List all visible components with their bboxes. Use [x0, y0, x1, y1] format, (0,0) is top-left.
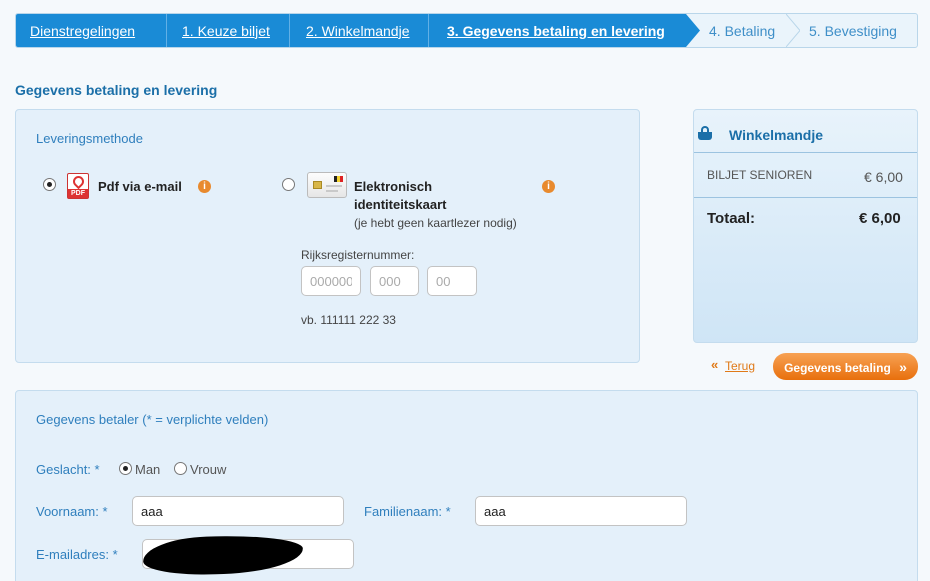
step-gegevens[interactable]: 3. Gegevens betaling en levering — [428, 14, 686, 47]
eid-note: (je hebt geen kaartlezer nodig) — [354, 216, 517, 230]
eid-label-line1: Elektronisch — [354, 179, 433, 194]
radio-vrouw[interactable] — [174, 462, 187, 475]
back-link[interactable]: Terug — [725, 359, 755, 373]
radio-eid[interactable] — [282, 178, 295, 191]
next-button[interactable]: Gegevens betaling » — [773, 353, 918, 380]
breadcrumb: Dienstregelingen 1. Keuze biljet 2. Wink… — [15, 13, 918, 48]
rrn-input-1[interactable] — [301, 266, 361, 296]
rrn-label: Rijksregisternummer: — [301, 248, 415, 262]
basket-total-label: Totaal: — [707, 210, 756, 227]
step-label: 1. Keuze biljet — [182, 22, 270, 39]
radio-man[interactable] — [119, 462, 132, 475]
basket-item-label: BILJET SENIOREN — [707, 168, 813, 182]
basket-item-price: € 6,00 — [864, 169, 903, 185]
lastname-input[interactable] — [475, 496, 687, 526]
gender-label: Geslacht: * — [36, 462, 100, 477]
step-winkelmandje[interactable]: 2. Winkelmandje — [289, 14, 428, 47]
rrn-input-3[interactable] — [427, 266, 477, 296]
step-label: 2. Winkelmandje — [306, 22, 410, 39]
rrn-example: vb. 111111 222 33 — [301, 313, 396, 327]
info-icon[interactable]: i — [542, 180, 555, 193]
pdf-label: Pdf via e-mail — [98, 179, 182, 194]
radio-pdf[interactable] — [43, 178, 56, 191]
info-icon[interactable]: i — [198, 180, 211, 193]
step-dienstregelingen[interactable]: Dienstregelingen — [16, 14, 166, 47]
gender-vrouw-label: Vrouw — [190, 462, 227, 477]
step-arrow — [786, 14, 800, 47]
divider — [694, 152, 917, 153]
basket-total-price: € 6,00 — [859, 210, 901, 227]
back-chevron-icon: « — [711, 357, 719, 372]
payer-heading: Gegevens betaler (* = verplichte velden) — [36, 412, 269, 427]
gender-man-label: Man — [135, 462, 161, 477]
divider — [694, 197, 917, 198]
basket-icon — [697, 126, 713, 140]
eid-label-line2: identiteitskaart — [354, 197, 447, 212]
pdf-icon: PDF — [67, 173, 89, 199]
pdf-icon-text: PDF — [68, 189, 88, 198]
next-button-label: Gegevens betaling — [784, 360, 891, 375]
delivery-heading: Leveringsmethode — [36, 131, 143, 146]
step-label: 4. Betaling — [709, 22, 776, 39]
rrn-input-2[interactable] — [370, 266, 419, 296]
step-arrow — [686, 14, 700, 47]
firstname-input[interactable] — [132, 496, 344, 526]
lastname-label: Familienaam: * — [364, 504, 451, 519]
step-label: 3. Gegevens betaling en levering — [447, 22, 665, 39]
email-label: E-mailadres: * — [36, 547, 118, 562]
id-card-icon — [307, 172, 347, 198]
step-label: 5. Bevestiging — [809, 22, 897, 39]
firstname-label: Voornaam: * — [36, 504, 108, 519]
step-betaling: 4. Betaling — [709, 14, 797, 47]
step-bevestiging: 5. Bevestiging — [809, 14, 917, 47]
step-label: Dienstregelingen — [30, 22, 136, 39]
basket-title: Winkelmandje — [729, 127, 824, 143]
page-title: Gegevens betaling en levering — [15, 82, 218, 98]
step-keuze-biljet[interactable]: 1. Keuze biljet — [166, 14, 289, 47]
next-chevron-icon: » — [899, 358, 907, 375]
